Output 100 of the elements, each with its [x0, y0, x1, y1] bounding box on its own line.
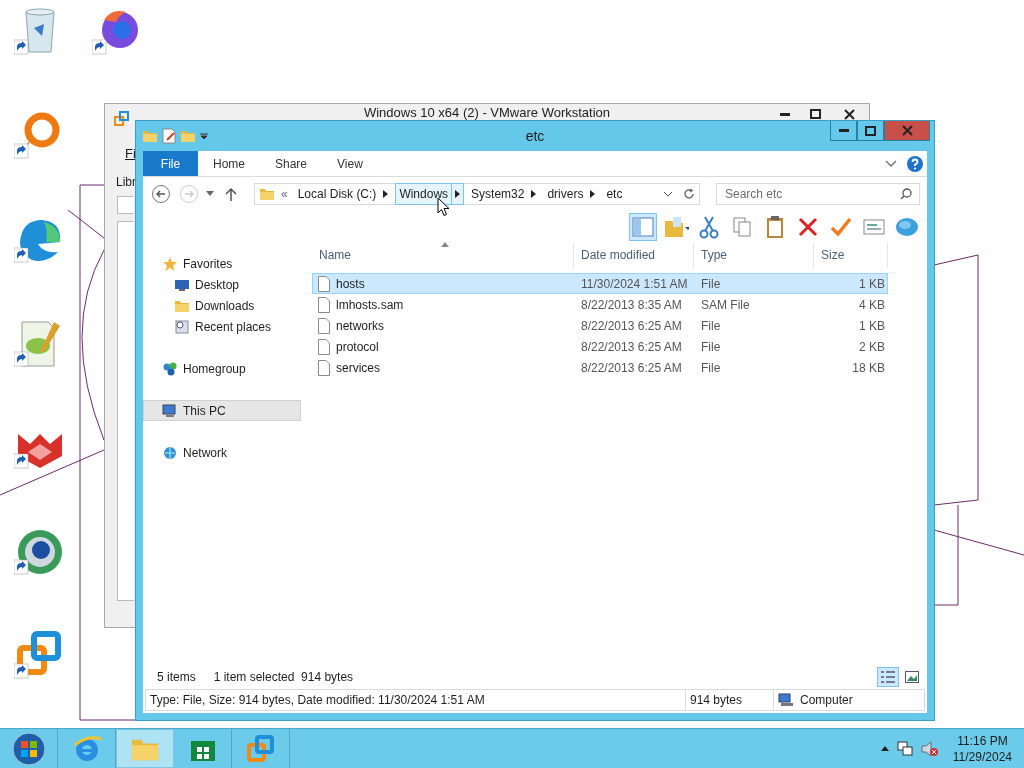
date-cell-text: 8/22/2013 6:25 AM — [580, 318, 683, 333]
minimize-button[interactable] — [830, 121, 857, 141]
nav-item[interactable]: This PC — [143, 400, 301, 421]
chevron-down-icon[interactable] — [885, 159, 897, 168]
document-icon — [318, 317, 330, 334]
column-header[interactable]: Type — [694, 243, 814, 267]
size-cell-text: 18 KB — [851, 360, 886, 375]
up-arrow-icon — [225, 187, 237, 201]
details-size: 914 bytes — [686, 690, 774, 710]
maximize-button[interactable] — [857, 121, 884, 141]
nav-item[interactable]: Downloads — [143, 295, 301, 316]
document-icon — [318, 296, 330, 313]
nav-item[interactable]: Favorites — [143, 253, 301, 274]
date-cell-text: 8/22/2013 6:25 AM — [580, 360, 683, 375]
window-title: Windows 10 x64 (2) - VMware Workstation — [362, 105, 612, 120]
properties-page-icon[interactable] — [162, 128, 176, 144]
star-icon — [162, 255, 178, 272]
selection-info: 1 item selected 914 bytes — [213, 670, 354, 684]
search-icon[interactable] — [900, 188, 912, 200]
size-cell-text: 1 KB — [858, 276, 886, 291]
overlap-squares-icon — [114, 111, 130, 127]
file-name: lmhosts.sam — [336, 297, 404, 312]
help-icon[interactable] — [907, 155, 923, 172]
search-field[interactable] — [117, 196, 134, 214]
dropdown-caret-icon[interactable] — [663, 191, 673, 197]
minimize-icon — [838, 129, 849, 132]
clock[interactable]: 11:16 PM 11/29/2024 — [952, 732, 1012, 765]
breadcrumb-arrow-icon[interactable] — [589, 190, 595, 198]
computer-icon — [778, 693, 794, 707]
column-header[interactable]: Size — [814, 243, 888, 267]
location-label: Computer — [800, 693, 853, 707]
refresh-icon[interactable] — [683, 188, 695, 200]
overflow-chevron[interactable]: « — [278, 187, 291, 201]
file-menu-button[interactable]: File — [143, 151, 198, 176]
column-header[interactable]: Date modified — [574, 243, 694, 267]
maximize-icon — [865, 125, 876, 136]
pane-label: Libr — [116, 175, 136, 189]
type-cell-text: File — [700, 360, 722, 375]
nav-item[interactable]: Recent places — [143, 316, 301, 337]
breadcrumb[interactable]: etc — [602, 183, 627, 205]
speaker-muted-icon[interactable] — [920, 740, 939, 757]
maximize-icon — [809, 109, 821, 119]
breadcrumb-arrow-icon[interactable] — [382, 190, 388, 198]
history-caret-icon[interactable] — [206, 191, 214, 197]
file-row[interactable]: networks 8/22/2013 6:25 AM File 1 KB — [312, 315, 888, 336]
type-cell-text: SAM File — [700, 297, 751, 312]
close-icon — [901, 125, 913, 136]
ribbon-tab[interactable]: Home — [198, 151, 260, 176]
search-field[interactable]: Search etc — [716, 183, 920, 205]
nav-item[interactable]: Desktop — [143, 274, 301, 295]
new-folder-icon — [180, 128, 196, 144]
type-cell-text: File — [700, 339, 722, 354]
mouse-cursor-icon — [437, 197, 450, 217]
tray-caret-icon[interactable] — [880, 746, 889, 751]
sort-caret-icon — [441, 242, 449, 247]
type-cell-text: File — [700, 276, 722, 291]
window-title: etc — [524, 128, 546, 144]
overlap-squares-icon — [244, 732, 277, 765]
file-row[interactable]: hosts 11/30/2024 1:51 AM File 1 KB — [312, 273, 888, 294]
document-icon — [318, 275, 330, 292]
minimize-icon — [780, 112, 790, 116]
address-bar[interactable]: « Local Disk (C:) Windows System32 drivers etc — [254, 183, 700, 205]
document-icon — [318, 338, 330, 355]
dropdown-caret-icon[interactable] — [200, 132, 208, 140]
clock-list-icon — [174, 318, 190, 335]
ribbon-tab[interactable]: View — [322, 151, 378, 176]
network-globe-icon — [162, 444, 178, 461]
breadcrumb[interactable]: drivers — [543, 183, 600, 205]
type-cell-text: File — [700, 318, 722, 333]
size-cell-text: 4 KB — [858, 297, 886, 312]
folder-icon — [142, 128, 158, 144]
breadcrumb[interactable]: Local Disk (C:) — [293, 183, 393, 205]
breadcrumb[interactable]: Windows — [395, 183, 465, 205]
close-icon — [843, 108, 855, 120]
document-icon — [318, 359, 330, 376]
breadcrumb-arrow-icon[interactable] — [530, 190, 536, 198]
back-button[interactable] — [150, 183, 172, 205]
file-name: services — [336, 360, 380, 375]
size-cell-text: 1 KB — [858, 318, 886, 333]
details-text: Type: File, Size: 914 bytes, Date modified: 11/30/2024 1:51 AM — [146, 690, 686, 710]
menu-item[interactable]: Fi — [125, 146, 136, 161]
date-cell-text: 8/22/2013 8:35 AM — [580, 297, 683, 312]
file-row[interactable]: lmhosts.sam 8/22/2013 8:35 AM SAM File 4 KB — [312, 294, 888, 315]
item-count: 5 items — [157, 670, 196, 684]
details-view-button[interactable] — [877, 667, 899, 687]
computer-icon — [162, 402, 178, 419]
file-name: hosts — [336, 276, 365, 291]
nav-item[interactable]: Network — [143, 442, 301, 463]
file-row[interactable]: protocol 8/22/2013 6:25 AM File 2 KB — [312, 336, 888, 357]
ribbon-tab[interactable]: Share — [260, 151, 323, 176]
people-group-icon — [162, 360, 178, 377]
size-cell-text: 2 KB — [858, 339, 886, 354]
breadcrumb[interactable]: System32 — [467, 183, 541, 205]
file-name: networks — [336, 318, 385, 333]
breadcrumb-arrow-icon[interactable] — [455, 190, 461, 198]
folder-icon — [259, 186, 275, 202]
file-row[interactable]: services 8/22/2013 6:25 AM File 18 KB — [312, 357, 888, 378]
date-cell-text: 8/22/2013 6:25 AM — [580, 339, 683, 354]
nav-item[interactable]: Homegroup — [143, 358, 301, 379]
network-icon[interactable] — [896, 740, 913, 757]
